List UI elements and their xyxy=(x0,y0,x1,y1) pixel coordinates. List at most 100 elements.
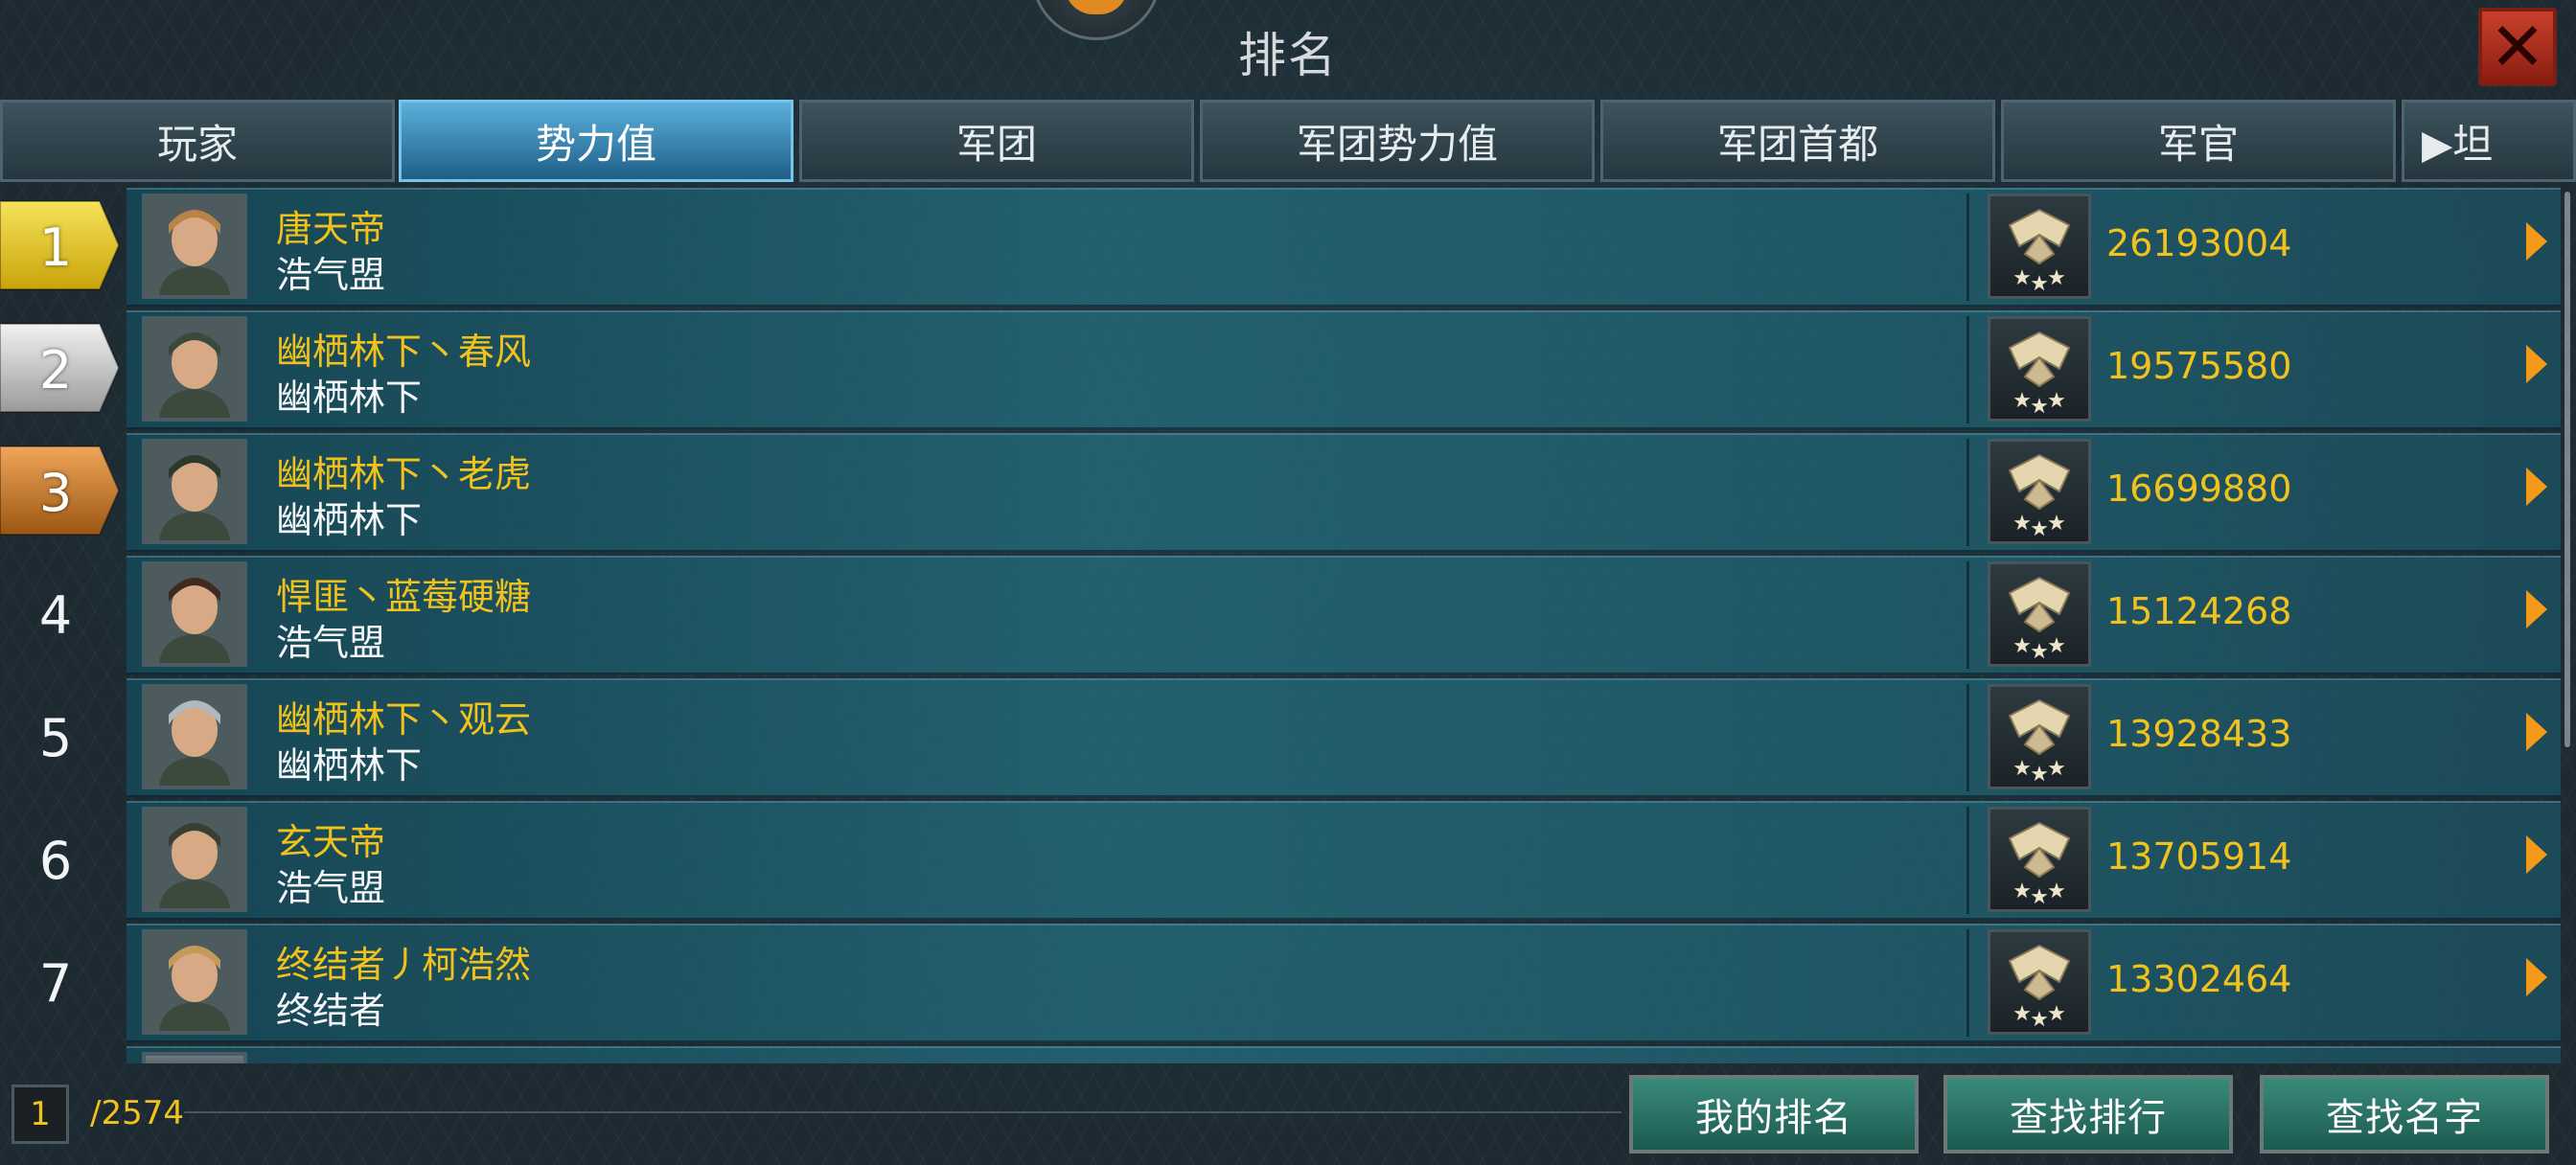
svg-text:★: ★ xyxy=(2012,389,2032,413)
player-legion: 浩气盟 xyxy=(276,867,386,909)
avatar[interactable] xyxy=(142,684,247,789)
rank-number: 7 xyxy=(38,952,73,1014)
svg-text:★: ★ xyxy=(2030,517,2049,541)
svg-text:★: ★ xyxy=(2047,634,2066,658)
rank-number: 2 xyxy=(38,339,73,400)
table-row[interactable]: 4 悍匪丶蓝莓硬糖 浩气盟 ★ ★ ★ 15124268 xyxy=(0,556,2561,674)
svg-text:★: ★ xyxy=(2047,512,2066,536)
footer-bar: 1 /2574 我的排名 查找排行 查找名字 xyxy=(0,1063,2576,1165)
military-rank-icon: ★ ★ ★ xyxy=(1988,807,2091,912)
divider xyxy=(1966,684,1969,791)
avatar[interactable] xyxy=(142,194,247,299)
player-legion: 终结者 xyxy=(276,990,386,1032)
svg-text:★: ★ xyxy=(2012,1002,2032,1026)
table-row[interactable]: 1 唐天帝 浩气盟 ★ ★ ★ 26193004 xyxy=(0,188,2561,307)
scrollbar[interactable] xyxy=(2564,192,2570,747)
avatar[interactable] xyxy=(142,439,247,544)
play-arrow-icon[interactable] xyxy=(2526,713,2547,751)
portrait-icon xyxy=(146,811,243,908)
power-value: 13302464 xyxy=(2106,958,2292,1000)
tab-label: 军团势力值 xyxy=(1296,120,1498,168)
svg-text:★: ★ xyxy=(2030,640,2049,664)
play-arrow-icon[interactable] xyxy=(2526,222,2547,261)
svg-text:★: ★ xyxy=(2030,885,2049,909)
player-legion: 浩气盟 xyxy=(276,254,386,296)
close-icon: ✕ xyxy=(2489,8,2546,86)
military-rank-icon: ★ ★ ★ xyxy=(1988,316,2091,422)
svg-text:★: ★ xyxy=(2030,395,2049,419)
divider xyxy=(184,1111,1622,1113)
military-rank-icon: ★ ★ ★ xyxy=(1988,194,2091,299)
tab-officers[interactable]: 军官 xyxy=(2001,100,2396,182)
military-rank-icon: ★ ★ ★ xyxy=(1988,929,2091,1035)
portrait-icon xyxy=(146,197,243,295)
tab-label: 玩家 xyxy=(156,120,238,168)
military-rank-icon: ★ ★ ★ xyxy=(1988,561,2091,667)
play-arrow-icon[interactable] xyxy=(2526,345,2547,383)
player-name: 悍匪丶蓝莓硬糖 xyxy=(276,576,532,618)
table-row[interactable]: 3 幽栖林下丶老虎 幽栖林下 ★ ★ ★ 16699880 xyxy=(0,433,2561,552)
power-value: 13705914 xyxy=(2106,835,2292,878)
player-legion: 幽栖林下 xyxy=(276,377,423,419)
emblem-icon xyxy=(1065,0,1128,14)
tab-label: 军官 xyxy=(2157,120,2239,168)
table-row[interactable]: 2 幽栖林下丶春风 幽栖林下 ★ ★ ★ 19575580 xyxy=(0,310,2561,429)
rank-number: 6 xyxy=(38,830,73,891)
tab-players[interactable]: 玩家 xyxy=(0,100,395,182)
avatar[interactable] xyxy=(142,561,247,667)
table-row[interactable]: 6 玄天帝 浩气盟 ★ ★ ★ 13705914 xyxy=(0,801,2561,920)
avatar[interactable] xyxy=(142,316,247,422)
page-total: /2574 xyxy=(90,1094,184,1132)
power-value: 15124268 xyxy=(2106,590,2292,632)
play-arrow-icon[interactable] xyxy=(2526,958,2547,996)
svg-text:★: ★ xyxy=(2047,389,2066,413)
tab-legion[interactable]: 军团 xyxy=(799,100,1194,182)
divider xyxy=(1966,316,1969,423)
play-arrow-icon[interactable] xyxy=(2526,468,2547,506)
svg-text:★: ★ xyxy=(2030,763,2049,787)
close-button[interactable]: ✕ xyxy=(2478,8,2557,86)
find-rank-button[interactable]: 查找排行 xyxy=(1944,1075,2233,1154)
find-name-button[interactable]: 查找名字 xyxy=(2260,1075,2549,1154)
my-rank-button[interactable]: 我的排名 xyxy=(1629,1075,1919,1154)
tab-label: 势力值 xyxy=(535,120,656,168)
military-rank-icon: ★ ★ ★ xyxy=(1988,684,2091,789)
player-name: 幽栖林下丶春风 xyxy=(276,331,532,373)
power-value: 26193004 xyxy=(2106,222,2292,264)
rank-number: 4 xyxy=(38,584,73,646)
svg-text:★: ★ xyxy=(2012,879,2032,903)
svg-text:★: ★ xyxy=(2030,1008,2049,1032)
tab-legion-power[interactable]: 军团势力值 xyxy=(1200,100,1595,182)
play-arrow-icon[interactable] xyxy=(2526,590,2547,628)
portrait-icon xyxy=(146,933,243,1031)
portrait-icon xyxy=(146,688,243,786)
tab-label: 军团首都 xyxy=(1716,120,1878,168)
player-legion: 幽栖林下 xyxy=(276,744,423,787)
play-arrow-icon[interactable] xyxy=(2526,835,2547,874)
svg-text:★: ★ xyxy=(2012,512,2032,536)
ranking-list: 1 唐天帝 浩气盟 ★ ★ ★ 26193004 2 幽栖林下丶春风 幽栖林下 … xyxy=(0,188,2576,1063)
player-name: 玄天帝 xyxy=(276,821,386,863)
avatar[interactable] xyxy=(142,807,247,912)
player-name: 幽栖林下丶观云 xyxy=(276,698,532,741)
svg-text:★: ★ xyxy=(2012,266,2032,290)
avatar[interactable] xyxy=(142,929,247,1035)
svg-text:★: ★ xyxy=(2047,879,2066,903)
page-number-input[interactable]: 1 xyxy=(12,1085,69,1144)
tab-power[interactable]: 势力值 xyxy=(399,100,794,182)
svg-text:★: ★ xyxy=(2012,634,2032,658)
avatar xyxy=(142,1052,247,1063)
divider xyxy=(1966,194,1969,301)
table-row[interactable]: 7 终结者丿柯浩然 终结者 ★ ★ ★ 13302464 xyxy=(0,924,2561,1042)
player-name: 幽栖林下丶老虎 xyxy=(276,453,532,495)
tab-label: 军团 xyxy=(955,120,1037,168)
divider xyxy=(1966,439,1969,546)
table-row[interactable]: 5 幽栖林下丶观云 幽栖林下 ★ ★ ★ 13928433 xyxy=(0,678,2561,797)
tab-tanks[interactable]: ▶坦 xyxy=(2402,100,2576,182)
divider xyxy=(1966,929,1969,1037)
tab-legion-capital[interactable]: 军团首都 xyxy=(1600,100,1995,182)
power-value: 13928433 xyxy=(2106,713,2292,755)
military-rank-icon: ★ ★ ★ xyxy=(1988,439,2091,544)
rank-number: 1 xyxy=(38,217,73,278)
page-number: 1 xyxy=(30,1095,51,1133)
